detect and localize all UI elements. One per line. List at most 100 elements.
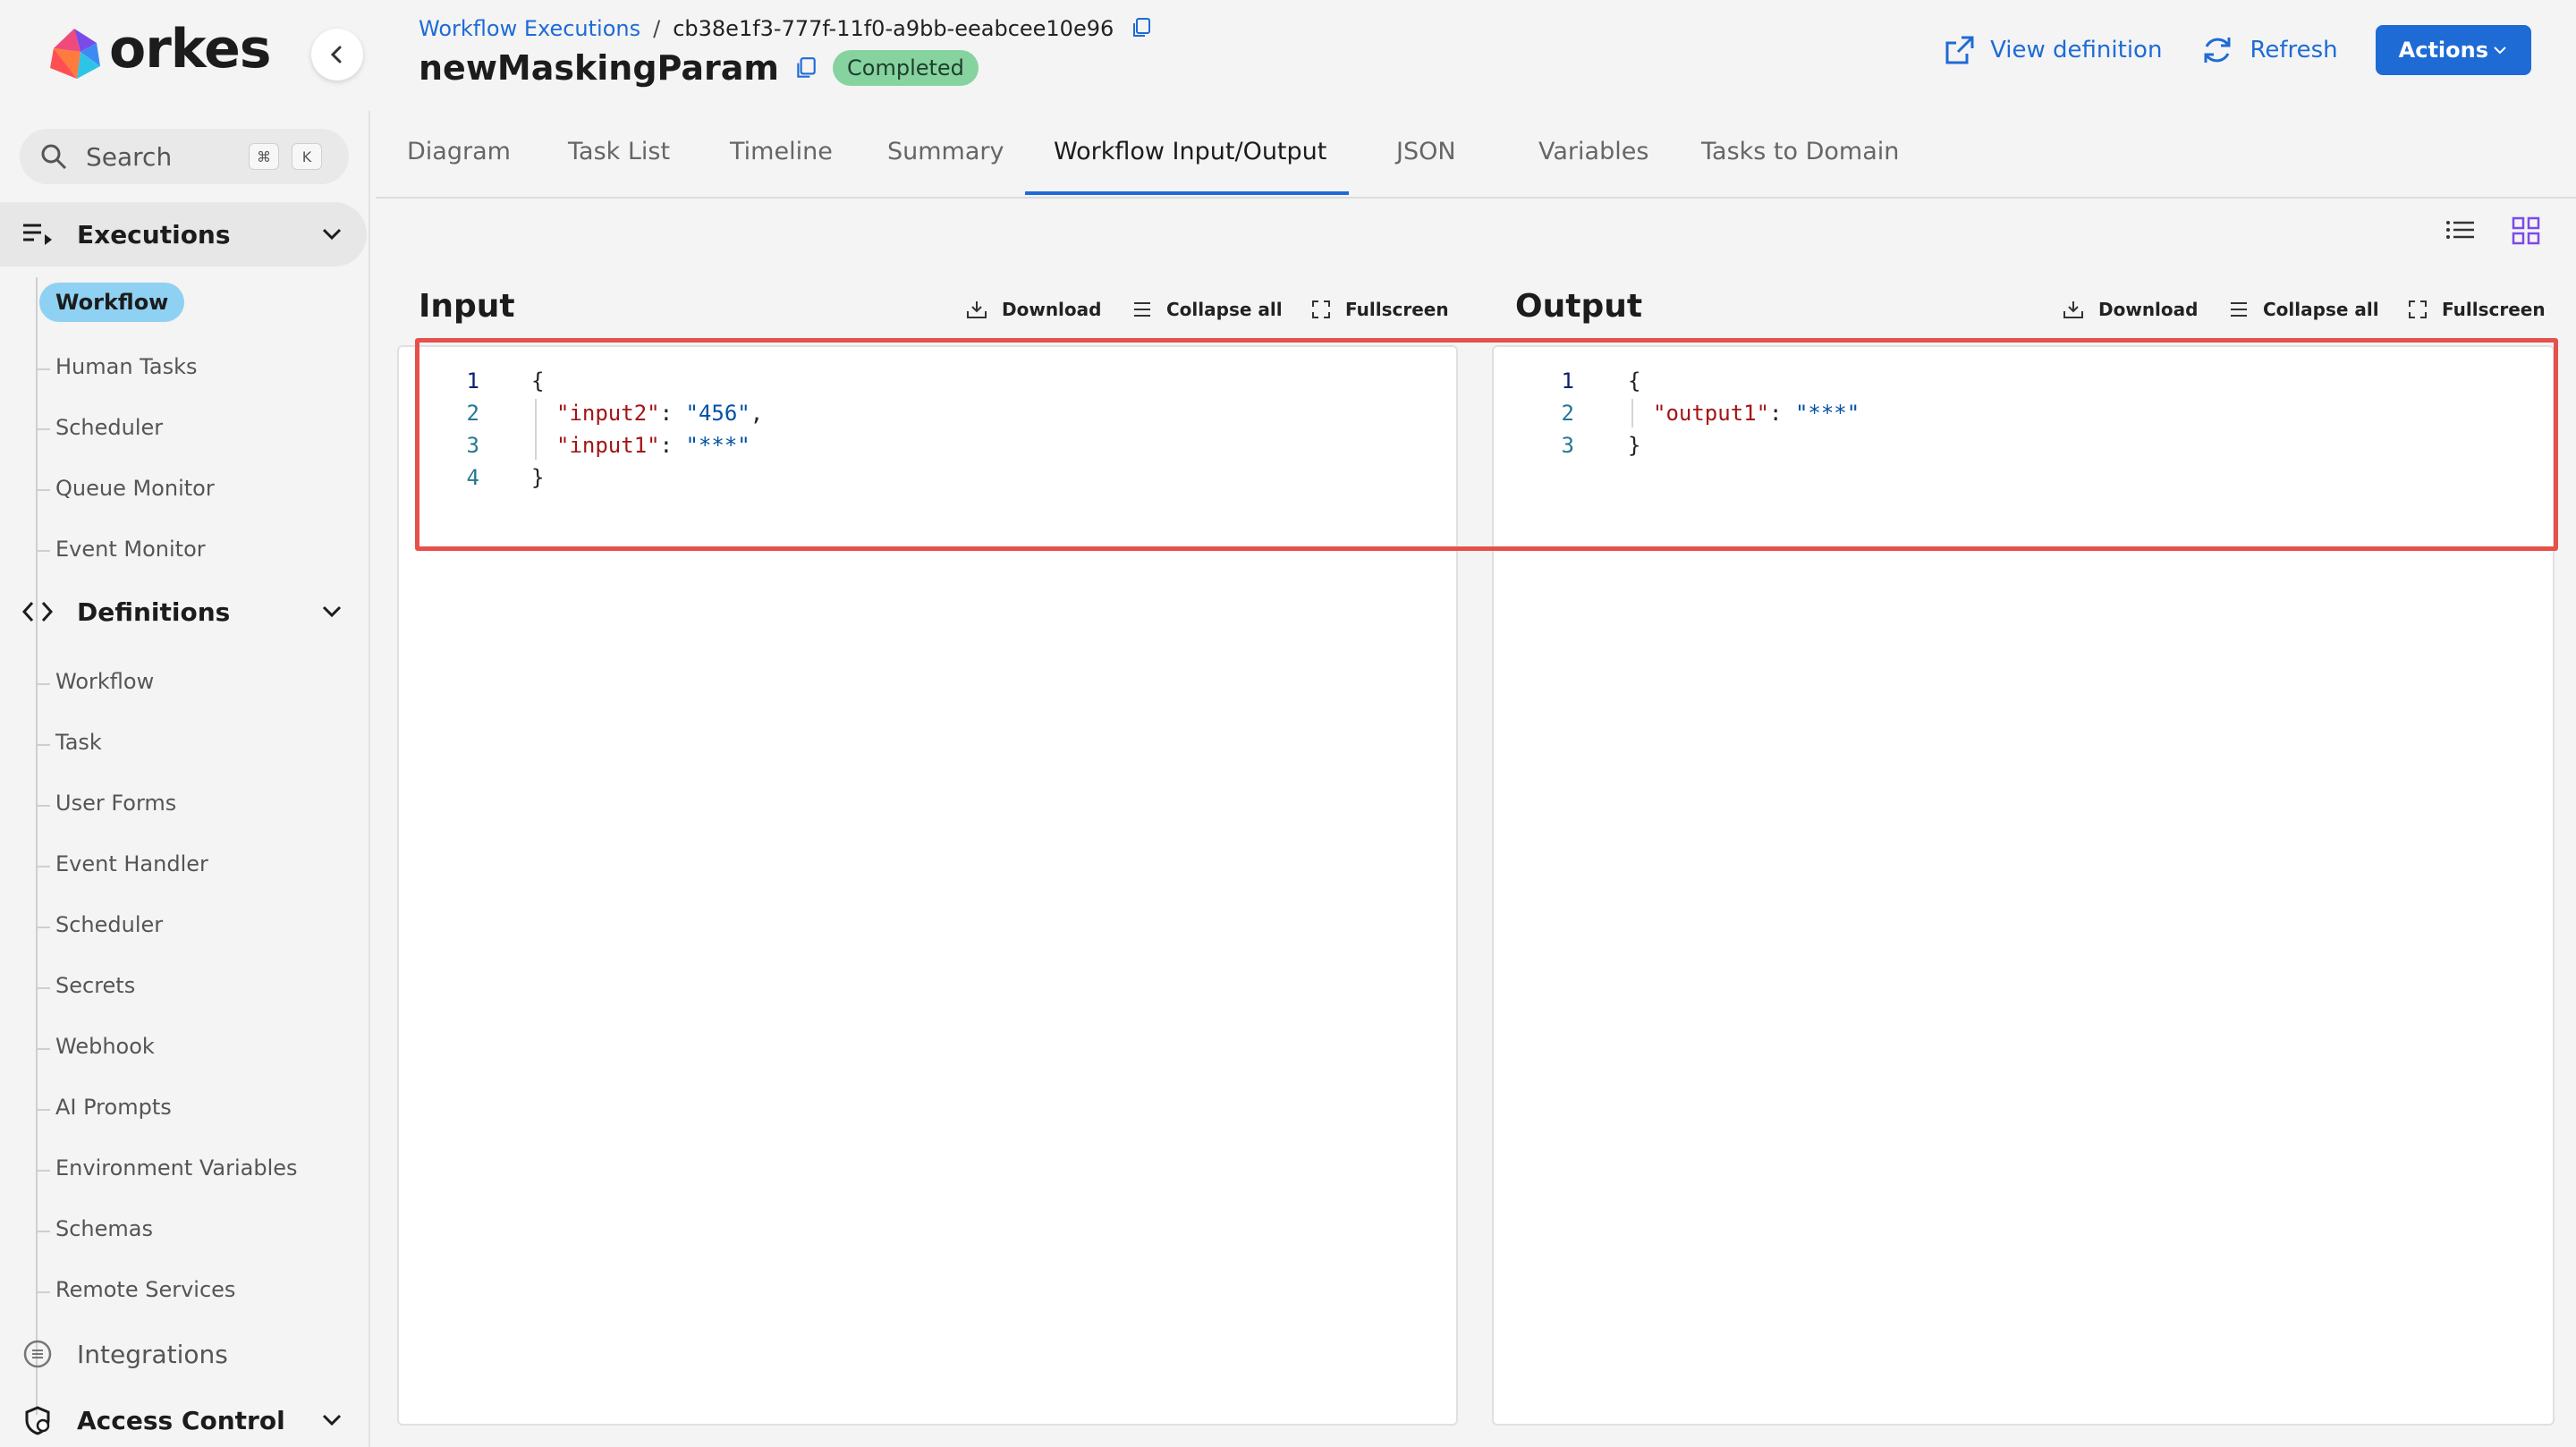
top-header: orkes Workflow Executions / cb38e1f3-777f-… (0, 0, 2576, 109)
chevron-down-icon (2494, 47, 2506, 55)
copy-id-icon[interactable] (1130, 16, 1153, 39)
json-value: "***" (685, 433, 750, 458)
collapse-all-icon (2231, 302, 2247, 317)
header-actions: View definition Refresh Actions (1944, 25, 2531, 75)
input-fullscreen-button[interactable]: Fullscreen (1311, 299, 1449, 320)
orkes-logo-icon (50, 29, 100, 79)
sidebar-item-secrets[interactable]: Secrets (55, 973, 135, 998)
sidebar-item-ai-prompts[interactable]: AI Prompts (55, 1095, 172, 1120)
tab-timeline[interactable]: Timeline (730, 138, 833, 165)
sidebar: Search ⌘ K Executions Workflow Human Tas… (0, 111, 370, 1447)
sidebar-item-user-forms[interactable]: User Forms (55, 791, 176, 816)
json-value: "456" (685, 401, 750, 426)
sidebar-item-queue-monitor[interactable]: Queue Monitor (55, 476, 215, 501)
sidebar-item-remote-services[interactable]: Remote Services (55, 1277, 235, 1302)
line-number: 1 (1561, 368, 1574, 393)
sidebar-item-task[interactable]: Task (55, 730, 102, 755)
grid-view-icon[interactable] (2512, 216, 2540, 245)
active-tab-indicator (1025, 191, 1349, 195)
json-key: "input2" (556, 401, 660, 426)
input-download-button[interactable]: Download (966, 299, 1101, 320)
code-line: "input1": "***" (556, 433, 750, 458)
code-line: } (531, 465, 545, 490)
actions-dropdown-button[interactable]: Actions (2375, 25, 2531, 75)
output-json-editor[interactable]: 1 { 2 "output1": "***" 3 } (1492, 345, 2555, 1426)
orkes-wordmark: orkes (109, 18, 272, 80)
indent-guide (535, 399, 537, 460)
tab-workflow-input-output[interactable]: Workflow Input/Output (1054, 138, 1326, 165)
tab-json[interactable]: JSON (1396, 138, 1456, 165)
sidebar-item-definitions-workflow[interactable]: Workflow (55, 669, 154, 694)
status-badge: Completed (833, 50, 979, 86)
chevron-down-icon (322, 1414, 342, 1426)
shortcut-cmd-key: ⌘ (249, 143, 279, 170)
fullscreen-label: Fullscreen (1345, 299, 1449, 320)
sidebar-item-event-monitor[interactable]: Event Monitor (55, 537, 206, 562)
json-key: "output1" (1653, 401, 1770, 426)
input-json-editor[interactable]: 1 { 2 "input2": "456", 3 "input1": "***"… (397, 345, 1458, 1426)
sidebar-item-human-tasks[interactable]: Human Tasks (55, 354, 197, 379)
sidebar-section-access-control[interactable]: Access Control (0, 1388, 367, 1447)
access-control-icon (25, 1406, 50, 1435)
download-label: Download (1002, 299, 1102, 320)
output-fullscreen-button[interactable]: Fullscreen (2408, 299, 2546, 320)
collapse-sidebar-button[interactable] (311, 29, 363, 80)
sidebar-section-definitions[interactable]: Definitions (0, 580, 367, 644)
sidebar-item-webhook[interactable]: Webhook (55, 1034, 155, 1059)
code-line: } (1628, 433, 1641, 458)
indent-guide (1631, 399, 1633, 427)
sidebar-item-environment-variables[interactable]: Environment Variables (55, 1155, 298, 1180)
actions-label: Actions (2398, 38, 2488, 63)
sidebar-section-label: Definitions (77, 597, 231, 627)
tab-summary[interactable]: Summary (887, 138, 1004, 165)
view-toggle (2445, 216, 2540, 245)
breadcrumb-workflow-executions-link[interactable]: Workflow Executions (419, 16, 640, 41)
output-download-button[interactable]: Download (2063, 299, 2198, 320)
line-number: 4 (466, 465, 479, 490)
code-brackets-icon (21, 601, 54, 622)
fullscreen-label: Fullscreen (2442, 299, 2546, 320)
integrations-icon (23, 1340, 52, 1368)
json-value: "***" (1794, 401, 1860, 426)
external-link-icon (1945, 36, 1974, 64)
tab-task-list[interactable]: Task List (568, 138, 670, 165)
list-view-icon[interactable] (2445, 216, 2476, 243)
sidebar-item-definitions-scheduler[interactable]: Scheduler (55, 912, 163, 937)
tab-diagram[interactable]: Diagram (407, 138, 511, 165)
refresh-button[interactable]: Refresh (2199, 32, 2338, 68)
output-collapse-all-button[interactable]: Collapse all (2229, 299, 2379, 320)
search-icon (41, 144, 67, 170)
download-label: Download (2098, 299, 2199, 320)
shortcut-k-key: K (292, 143, 322, 170)
code-line: "input2": "456", (556, 401, 764, 426)
fullscreen-icon (1312, 300, 1330, 318)
input-panel-title: Input (419, 288, 515, 325)
collapse-all-label: Collapse all (1166, 299, 1283, 320)
sidebar-section-label: Integrations (77, 1339, 228, 1369)
json-key: "input1" (556, 433, 660, 458)
sidebar-item-schemas[interactable]: Schemas (55, 1216, 153, 1241)
search-input[interactable]: Search ⌘ K (20, 129, 349, 184)
code-line: { (531, 368, 545, 393)
input-code: 1 { 2 "input2": "456", 3 "input1": "***"… (399, 365, 1454, 544)
view-definition-button[interactable]: View definition (1944, 34, 2162, 66)
copy-name-icon[interactable] (793, 55, 818, 80)
sidebar-section-integrations[interactable]: Integrations (0, 1322, 367, 1386)
collapse-all-icon (1134, 302, 1150, 317)
sidebar-section-label: Access Control (77, 1405, 285, 1435)
sidebar-item-event-handler[interactable]: Event Handler (55, 851, 208, 876)
line-number: 3 (1561, 433, 1574, 458)
input-collapse-all-button[interactable]: Collapse all (1132, 299, 1283, 320)
collapse-all-label: Collapse all (2263, 299, 2379, 320)
tab-variables[interactable]: Variables (1538, 138, 1648, 165)
refresh-label: Refresh (2250, 37, 2338, 63)
sidebar-item-executions-workflow[interactable]: Workflow (39, 283, 185, 322)
tab-tasks-to-domain[interactable]: Tasks to Domain (1701, 138, 1899, 165)
sidebar-item-executions-scheduler[interactable]: Scheduler (55, 415, 163, 440)
line-number: 1 (466, 368, 479, 393)
sidebar-section-executions[interactable]: Executions (0, 202, 367, 267)
chevron-down-icon (322, 605, 342, 618)
json-comma: , (750, 401, 764, 426)
output-code: 1 { 2 "output1": "***" 3 } (1494, 365, 2549, 544)
code-line: "output1": "***" (1653, 401, 1860, 426)
